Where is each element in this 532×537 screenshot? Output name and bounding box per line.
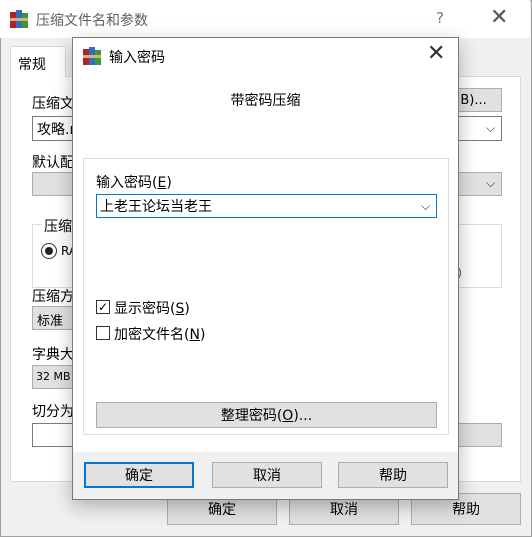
chevron-down-icon[interactable]: ⌵	[486, 121, 495, 136]
bg-window-title: 压缩文件名和参数	[36, 13, 148, 29]
help-icon[interactable]: ?	[436, 9, 444, 27]
dialog-title: 输入密码	[109, 50, 165, 66]
chevron-down-icon[interactable]: ⌵	[486, 176, 495, 191]
show-password-label[interactable]: 显示密码(S)	[114, 298, 190, 318]
bg-ok-label: 确定	[208, 502, 236, 518]
password-value: 上老王论坛当老王	[100, 199, 212, 215]
dictionary-size-label: 字典大	[32, 347, 74, 363]
dialog-help-button[interactable]: 帮助	[338, 462, 448, 488]
chevron-down-icon[interactable]: ⌵	[421, 199, 430, 214]
dialog-heading: 带密码压缩	[230, 93, 301, 109]
dialog-ok-label: 确定	[125, 468, 153, 484]
split-volumes-field[interactable]	[32, 423, 74, 447]
password-label: 输入密码(E)	[96, 175, 172, 191]
split-volumes-label: 切分为	[32, 404, 74, 420]
dialog-help-label: 帮助	[379, 468, 407, 484]
archive-name-label: 压缩文	[32, 96, 74, 112]
winrar-app-icon	[10, 10, 28, 28]
dialog-ok-button[interactable]: 确定	[84, 462, 194, 488]
archive-name-value: 攻略.r	[37, 122, 76, 138]
set-password-button[interactable]	[458, 423, 502, 447]
dialog-close-icon[interactable]: ✕	[427, 41, 445, 66]
organize-passwords-label: 整理密码(O)...	[220, 408, 313, 424]
enter-password-dialog: 输入密码 ✕ 带密码压缩 输入密码(E) 上老王论坛当老王 ⌵ ✓ 显示密码(S…	[72, 37, 459, 500]
rar-radio[interactable]	[41, 243, 57, 259]
browse-button-label: (B)...	[455, 92, 487, 108]
radio-dot-icon	[45, 247, 53, 255]
bg-help-label: 帮助	[452, 502, 480, 518]
dialog-cancel-button[interactable]: 取消	[212, 462, 322, 488]
check-icon: ✓	[97, 300, 109, 314]
encrypt-file-names-label[interactable]: 加密文件名(N)	[114, 324, 205, 344]
dictionary-size-value: 32 MB	[36, 370, 71, 383]
bg-cancel-label: 取消	[330, 502, 358, 518]
compression-method-label: 压缩方	[32, 289, 74, 305]
winrar-app-icon	[83, 47, 101, 65]
organize-passwords-button[interactable]: 整理密码(O)...	[96, 402, 437, 428]
archive-format-label: 压缩	[42, 216, 74, 236]
default-profile-label: 默认配	[32, 155, 74, 171]
tab-general-label[interactable]: 常规	[18, 54, 46, 74]
dialog-cancel-label: 取消	[253, 468, 281, 484]
compression-method-value: 标准	[37, 314, 64, 329]
show-password-checkbox[interactable]: ✓	[96, 300, 110, 314]
bg-close-icon[interactable]: ✕	[490, 5, 508, 30]
encrypt-file-names-checkbox[interactable]	[96, 326, 110, 340]
